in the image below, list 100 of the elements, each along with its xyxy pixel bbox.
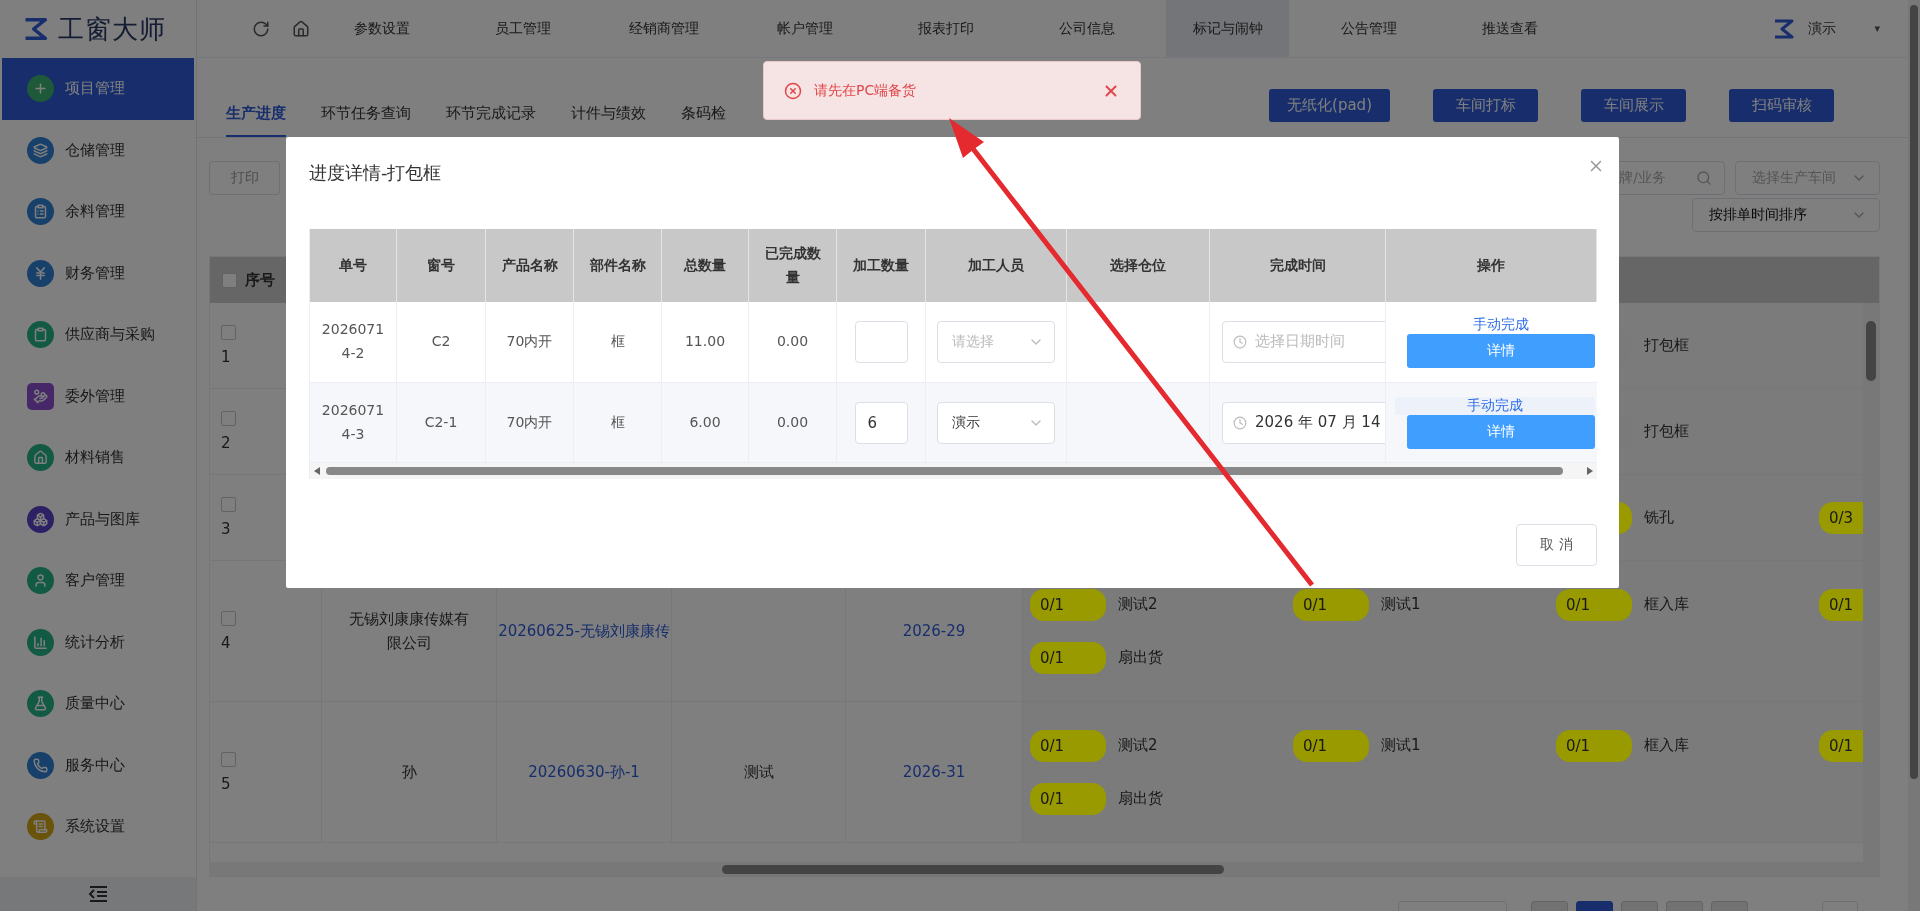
nav-tab[interactable]: 员工管理 xyxy=(461,0,584,57)
complete-link[interactable]: 手动完成 xyxy=(1395,396,1595,415)
clock-icon xyxy=(1233,335,1247,349)
page-tab[interactable]: 生产进度 xyxy=(226,104,286,137)
progress-count: 0/3 xyxy=(1819,501,1863,534)
progress-count: 0/1 xyxy=(1556,729,1632,762)
column-header: 选择仓位 xyxy=(1110,255,1166,275)
nav-tab[interactable]: 推送查看 xyxy=(1448,0,1571,57)
action-button[interactable]: 车间展示 xyxy=(1581,88,1686,122)
scroll-right-icon[interactable] xyxy=(1587,467,1593,475)
select-all-checkbox[interactable] xyxy=(222,272,237,288)
page-tab[interactable]: 环节任务查询 xyxy=(321,104,411,137)
page-tab[interactable]: 条码检 xyxy=(681,104,726,137)
table-cell-text: 70内开 xyxy=(506,332,553,352)
sidebar-item[interactable]: 统计分析 xyxy=(2,611,194,673)
sort-select[interactable]: 按排单时间排序 xyxy=(1692,198,1880,232)
nav-tab[interactable]: 帐户管理 xyxy=(743,0,866,57)
order-link[interactable]: 20260625-无锡刘康康传 xyxy=(498,619,670,643)
scrollbar-thumb[interactable] xyxy=(1910,5,1918,779)
step-label: 扇出货 xyxy=(1118,789,1163,808)
column-header: 操作 xyxy=(1477,255,1505,275)
table-cell-text: 20260714-3 xyxy=(320,400,386,444)
sidebar-item[interactable]: 产品与图库 xyxy=(2,488,194,550)
toast-message: 请先在PC端备货 xyxy=(814,81,918,100)
table-cell-text: 0.00 xyxy=(776,412,809,432)
column-header: 已完成数量 xyxy=(763,243,822,287)
column-header: 单号 xyxy=(339,255,367,275)
table-cell-text: 70内开 xyxy=(506,412,553,432)
row-checkbox[interactable] xyxy=(221,411,236,426)
sidebar-item[interactable]: 委外管理 xyxy=(2,365,194,427)
column-header: 加工人员 xyxy=(968,255,1024,275)
search-icon xyxy=(1696,170,1712,186)
order-link[interactable]: 2026-31 xyxy=(902,760,966,784)
table-cell-text: 测试 xyxy=(743,762,774,783)
scroll-left-icon[interactable] xyxy=(314,467,320,475)
step-label: 扇出货 xyxy=(1118,648,1163,667)
row-checkbox[interactable] xyxy=(221,751,236,767)
nav-tab[interactable]: 报表打印 xyxy=(884,0,1007,57)
step-label: 框入库 xyxy=(1644,595,1689,614)
complete-link[interactable]: 手动完成 xyxy=(1473,316,1529,334)
sidebar-item[interactable]: 材料销售 xyxy=(2,427,194,489)
scrollbar-thumb[interactable] xyxy=(326,467,1563,475)
action-button[interactable]: 无纸化(pad) xyxy=(1269,88,1390,122)
app-logo-text: 工窗大师 xyxy=(58,12,166,46)
sidebar-item[interactable]: 财务管理 xyxy=(2,242,194,304)
step-label: 测试1 xyxy=(1381,595,1421,614)
date-time-field[interactable]: 2026 年 07 月 14 xyxy=(1222,401,1385,444)
row-checkbox[interactable] xyxy=(221,610,236,626)
detail-button[interactable]: 详情 xyxy=(1407,414,1595,449)
sidebar-item[interactable]: 客户管理 xyxy=(2,550,194,612)
table-cell-text: 20260714-2 xyxy=(320,320,386,363)
column-header: 部件名称 xyxy=(589,255,646,275)
progress-count: 0/1 xyxy=(1819,588,1863,621)
sidebar-item[interactable]: 余料管理 xyxy=(2,181,194,243)
step-label: 框入库 xyxy=(1644,736,1689,755)
nav-tab[interactable]: 经销商管理 xyxy=(602,0,725,57)
nav-tab[interactable]: 参数设置 xyxy=(320,0,443,57)
order-link[interactable]: 20260630-孙-1 xyxy=(528,760,640,784)
row-checkbox[interactable] xyxy=(221,325,236,340)
worker-select[interactable]: 演示 xyxy=(937,401,1055,444)
cancel-button[interactable]: 取 消 xyxy=(1516,524,1597,566)
step-label: 测试2 xyxy=(1118,595,1158,614)
quantity-input[interactable]: 6 xyxy=(854,401,908,444)
page-tab[interactable]: 计件与绩效 xyxy=(571,104,646,137)
table-row[interactable]: 20260714-2 C2 70内开 框 11.00 0.00 请选择 选择日期时间 手动完成 详情 xyxy=(310,302,1597,383)
collapse-icon[interactable] xyxy=(88,886,108,902)
nav-tab[interactable]: 标记与闹钟 xyxy=(1166,0,1289,57)
progress-count: 0/1 xyxy=(1819,729,1863,762)
nav-tab[interactable]: 公告管理 xyxy=(1307,0,1430,57)
error-icon xyxy=(784,81,802,100)
action-button[interactable]: 车间打标 xyxy=(1433,88,1538,122)
user-name[interactable]: 演示 xyxy=(1808,19,1837,38)
column-header: 完成时间 xyxy=(1269,255,1326,275)
action-button[interactable]: 扫码审核 xyxy=(1729,88,1834,122)
sidebar-item[interactable]: 仓储管理 xyxy=(2,119,194,181)
page-tab[interactable]: 环节完成记录 xyxy=(446,104,536,137)
order-link[interactable]: 2026-29 xyxy=(902,619,966,643)
detail-button[interactable]: 详情 xyxy=(1407,334,1595,368)
sidebar-item[interactable]: 供应商与采购 xyxy=(2,304,194,366)
scrollbar-thumb[interactable] xyxy=(722,865,1224,874)
scrollbar-thumb[interactable] xyxy=(1866,321,1876,381)
sidebar-item[interactable]: 质量中心 xyxy=(2,673,194,735)
nav-tab[interactable]: 公司信息 xyxy=(1025,0,1148,57)
column-header: 序号 xyxy=(245,270,275,290)
table-cell-text: 无锡刘康康传媒有限公司 xyxy=(348,609,470,654)
sidebar-item[interactable]: 项目管理 xyxy=(2,58,194,120)
sidebar-item[interactable]: 系统设置 xyxy=(2,796,194,858)
column-header: 产品名称 xyxy=(501,255,558,275)
table-cell-text: C2 xyxy=(431,332,451,352)
caret-icon[interactable]: ▾ xyxy=(1874,22,1880,35)
sidebar-item[interactable]: 服务中心 xyxy=(2,734,194,796)
table-row[interactable]: 20260714-3 C2-1 70内开 框 6.00 0.00 6 演示 2026 年 07 月 14 手动完成 详情 xyxy=(310,383,1597,463)
progress-count: 0/1 xyxy=(1030,588,1106,621)
dialog-title: 进度详情-打包框 xyxy=(309,161,442,185)
progress-count: 0/1 xyxy=(1556,588,1632,621)
table-cell-text: 框 xyxy=(610,332,625,352)
home-icon[interactable] xyxy=(291,18,311,39)
quantity-input[interactable] xyxy=(854,321,908,363)
column-header: 窗号 xyxy=(427,255,455,275)
row-checkbox[interactable] xyxy=(221,497,236,512)
